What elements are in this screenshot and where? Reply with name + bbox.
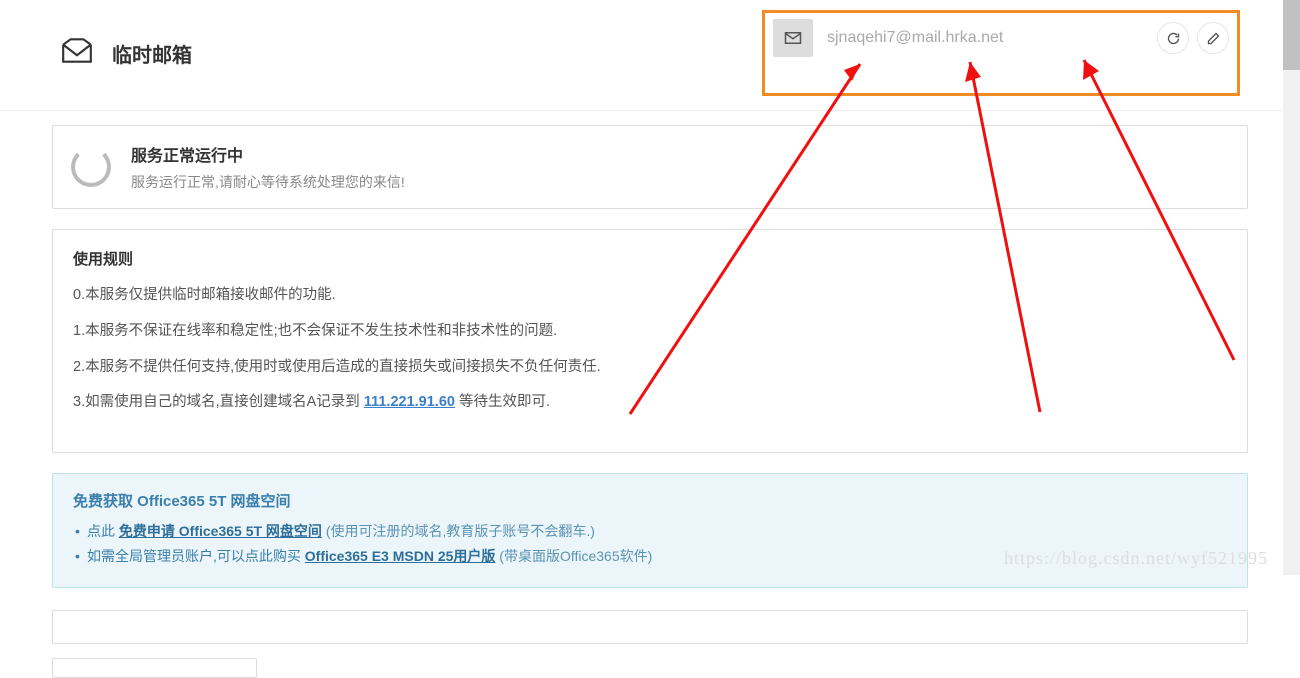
edit-button[interactable] — [1197, 22, 1229, 54]
promo1-prefix: 点此 — [87, 523, 119, 539]
rule3-prefix: 3.如需使用自己的域名,直接创建域名A记录到 — [73, 394, 364, 410]
scrollbar-track[interactable] — [1283, 0, 1300, 575]
promo2-link[interactable]: Office365 E3 MSDN 25用户版 — [305, 548, 496, 564]
partial-panel — [52, 658, 257, 678]
rule-item: 0.本服务仅提供临时邮箱接收邮件的功能. — [73, 285, 1227, 307]
page-title: 临时邮箱 — [112, 39, 192, 68]
empty-panel — [52, 610, 1248, 644]
watermark: https://blog.csdn.net/wyf521995 — [1004, 548, 1268, 569]
promo1-link[interactable]: 免费申请 Office365 5T 网盘空间 — [119, 523, 322, 539]
envelope-icon — [773, 19, 813, 57]
rule3-suffix: 等待生效即可. — [455, 394, 550, 410]
promo-item: 点此 免费申请 Office365 5T 网盘空间 (使用可注册的域名,教育版子… — [73, 519, 1227, 544]
rule3-ip-link[interactable]: 111.221.91.60 — [364, 394, 455, 410]
rule-item: 1.本服务不保证在线率和稳定性;也不会保证不发生技术性和非技术性的问题. — [73, 321, 1227, 343]
rule-item: 2.本服务不提供任何支持,使用时或使用后造成的直接损失或间接损失不负任何责任. — [73, 357, 1227, 379]
status-subtitle: 服务运行正常,请耐心等待系统处理您的来信! — [131, 172, 405, 192]
promo2-suffix: (带桌面版Office365软件) — [495, 548, 652, 564]
promo-title: 免费获取 Office365 5T 网盘空间 — [73, 490, 1227, 511]
header: 临时邮箱 sjnaqehi7@mail.hrka.net — [0, 0, 1300, 111]
mail-logo-icon — [60, 34, 94, 73]
scrollbar-thumb[interactable] — [1283, 0, 1300, 70]
promo2-prefix: 如需全局管理员账户,可以点此购买 — [87, 548, 305, 564]
email-address[interactable]: sjnaqehi7@mail.hrka.net — [827, 29, 1149, 47]
promo-card: 免费获取 Office365 5T 网盘空间 点此 免费申请 Office365… — [52, 473, 1248, 588]
status-card: 服务正常运行中 服务运行正常,请耐心等待系统处理您的来信! — [52, 125, 1248, 209]
rule-item: 3.如需使用自己的域名,直接创建域名A记录到 111.221.91.60 等待生… — [73, 392, 1227, 414]
refresh-button[interactable] — [1157, 22, 1189, 54]
brand: 临时邮箱 — [60, 34, 192, 73]
status-title: 服务正常运行中 — [131, 142, 405, 166]
spinner-icon — [71, 147, 111, 187]
rules-card: 使用规则 0.本服务仅提供临时邮箱接收邮件的功能. 1.本服务不保证在线率和稳定… — [52, 229, 1248, 453]
temp-email-box: sjnaqehi7@mail.hrka.net — [762, 10, 1240, 96]
rules-title: 使用规则 — [73, 248, 1227, 269]
promo1-suffix: (使用可注册的域名,教育版子账号不会翻车.) — [322, 523, 595, 539]
